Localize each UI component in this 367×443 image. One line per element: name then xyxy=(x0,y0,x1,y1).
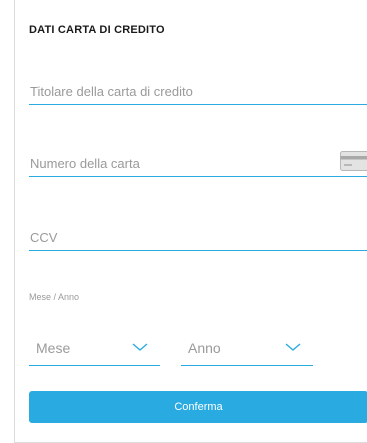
year-select-value: Anno xyxy=(188,340,221,356)
card-number-field[interactable]: Numero della carta xyxy=(29,148,367,177)
credit-card-icon xyxy=(340,151,367,171)
year-select[interactable]: Anno xyxy=(181,332,313,366)
month-select[interactable]: Mese xyxy=(29,332,160,366)
card-holder-placeholder: Titolare della carta di credito xyxy=(30,84,193,99)
chevron-down-icon xyxy=(132,343,148,351)
chevron-down-icon xyxy=(285,343,301,351)
expiry-label: Mese / Anno xyxy=(29,292,80,302)
ccv-placeholder: CCV xyxy=(30,230,58,245)
ccv-field[interactable]: CCV xyxy=(29,222,367,251)
form-title: DATI CARTA DI CREDITO xyxy=(29,24,165,36)
credit-card-form: DATI CARTA DI CREDITO Titolare della car… xyxy=(14,0,367,443)
card-holder-field[interactable]: Titolare della carta di credito xyxy=(29,76,367,105)
card-number-placeholder: Numero della carta xyxy=(30,156,140,171)
confirm-button[interactable]: Conferma xyxy=(29,391,367,423)
month-select-value: Mese xyxy=(36,340,71,356)
